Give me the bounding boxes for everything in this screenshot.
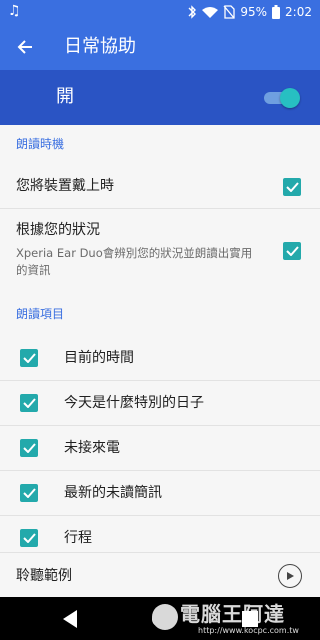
status-bar: ♫ 95% 2:02 — [0, 0, 320, 24]
divider — [0, 425, 320, 426]
play-circle-icon — [287, 572, 294, 580]
checkbox-missed-calls[interactable] — [20, 439, 38, 457]
section-header-timing: 朗讀時機 — [16, 137, 65, 151]
battery-icon — [272, 5, 281, 19]
watermark: 電腦王阿達 http://www.kocpc.com.tw — [150, 600, 320, 638]
watermark-mascot-icon — [152, 604, 178, 630]
watermark-url: http://www.kocpc.com.tw — [198, 626, 299, 635]
checkbox-wear-device[interactable] — [283, 178, 301, 196]
checkbox-special-day[interactable] — [20, 394, 38, 412]
back-button[interactable] — [6, 28, 44, 66]
page-title: 日常協助 — [64, 36, 136, 57]
play-sample-button[interactable] — [278, 564, 302, 588]
bluetooth-icon — [188, 5, 197, 19]
item-schedule[interactable]: 行程 — [64, 529, 92, 547]
row-wear-device-title[interactable]: 您將裝置戴上時 — [16, 177, 114, 195]
checkbox-unread-sms[interactable] — [20, 484, 38, 502]
check-icon — [285, 246, 299, 256]
system-icons: 95% 2:02 — [187, 4, 312, 20]
checkbox-schedule[interactable] — [20, 529, 38, 547]
watermark-title: 電腦王阿達 — [180, 602, 285, 626]
battery-percent: 95% — [240, 5, 268, 19]
check-icon — [22, 488, 36, 498]
wifi-icon — [202, 7, 219, 18]
divider — [0, 380, 320, 381]
checkbox-current-time[interactable] — [20, 349, 38, 367]
section-header-items: 朗讀項目 — [16, 307, 65, 321]
check-icon — [22, 353, 36, 363]
item-special-day[interactable]: 今天是什麼特別的日子 — [64, 394, 204, 412]
divider — [0, 515, 320, 516]
check-icon — [22, 398, 36, 408]
nav-back-button[interactable] — [57, 606, 83, 632]
item-current-time[interactable]: 目前的時間 — [64, 349, 134, 367]
master-switch-bar[interactable]: 開 — [0, 70, 320, 125]
listen-sample-label: 聆聽範例 — [16, 568, 72, 584]
check-icon — [285, 182, 299, 192]
arrow-left-icon — [17, 40, 32, 54]
divider — [0, 470, 320, 471]
master-switch-label: 開 — [56, 86, 74, 107]
divider — [0, 208, 320, 209]
row-situation-subtitle: Xperia Ear Duo會辨別您的狀況並朗讀出實用的資訊 — [16, 246, 253, 277]
toggle-thumb — [280, 88, 300, 108]
checkbox-situation[interactable] — [283, 242, 301, 260]
back-triangle-icon — [63, 610, 77, 628]
item-unread-sms[interactable]: 最新的未讀簡訊 — [64, 484, 162, 502]
music-note-icon: ♫ — [8, 3, 21, 19]
no-sim-icon — [223, 5, 236, 19]
row-situation-title[interactable]: 根據您的狀況 — [16, 221, 100, 239]
listen-sample-row[interactable]: 聆聽範例 — [0, 552, 320, 597]
check-icon — [22, 533, 36, 543]
clock: 2:02 — [285, 5, 312, 19]
app-bar: 日常協助 — [0, 24, 320, 70]
master-toggle[interactable] — [264, 88, 300, 108]
item-missed-calls[interactable]: 未接來電 — [64, 439, 120, 457]
check-icon — [22, 443, 36, 453]
